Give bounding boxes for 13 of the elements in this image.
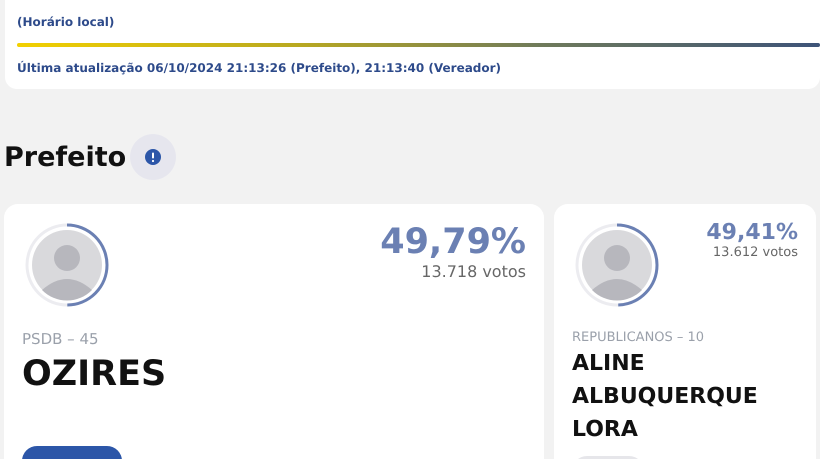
section-title: Prefeito [4,142,126,172]
last-update-text: Última atualização 06/10/2024 21:13:26 (Prefeito), 21:13:40 (Vereador) [17,61,502,75]
candidate-name: ALINE ALBUQUERQUE LORA [572,350,759,444]
vote-count: 13.612 votos [712,245,798,260]
candidate-name: OZIRES [22,354,168,394]
vote-percentage: 49,41% [706,220,798,245]
info-button[interactable] [130,134,176,180]
vote-percentage: 49,79% [380,222,526,262]
timezone-note: (Horário local) [17,15,116,29]
info-icon [145,149,162,165]
vote-count: 13.718 votos [420,262,526,281]
party-number: REPUBLICANOS – 10 [572,330,706,345]
party-number: PSDB – 45 [22,330,100,348]
